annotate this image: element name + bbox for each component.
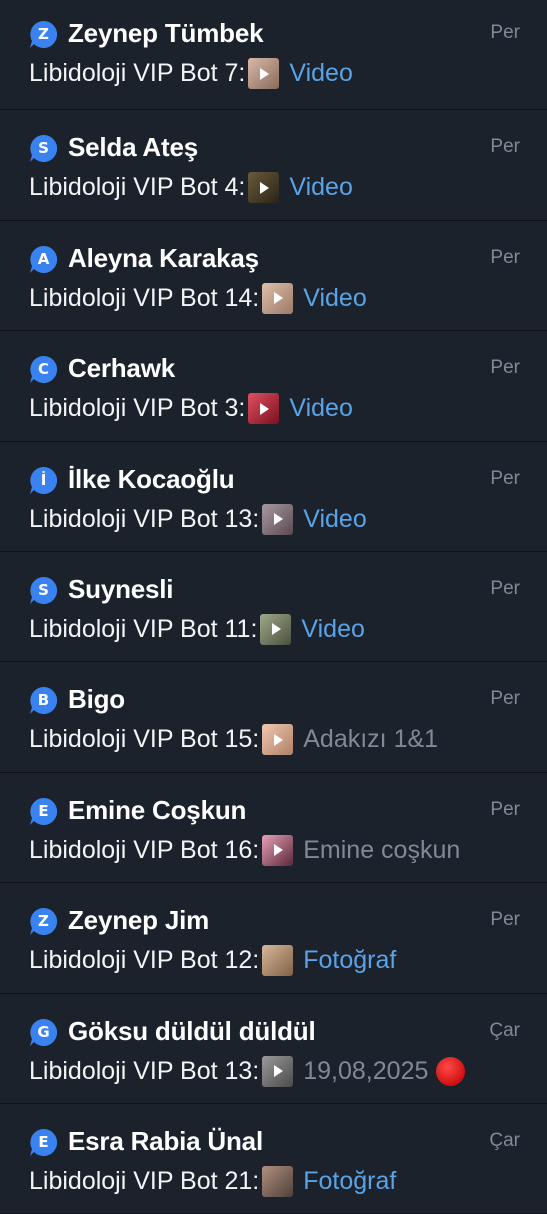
chat-preview: Libidoloji VIP Bot 4: Video bbox=[29, 172, 353, 204]
media-thumbnail bbox=[262, 834, 294, 866]
avatar: Z bbox=[29, 20, 58, 49]
play-icon bbox=[260, 402, 270, 415]
media-label: Video bbox=[289, 59, 353, 87]
chat-time: Çar bbox=[489, 1129, 520, 1151]
sender-name: Libidoloji VIP Bot 16: bbox=[29, 835, 260, 864]
media-thumbnail bbox=[262, 503, 294, 535]
chat-item[interactable]: C Cerhawk Per Libidoloji VIP Bot 3: Vide… bbox=[0, 331, 547, 442]
avatar: S bbox=[29, 576, 58, 605]
media-thumbnail bbox=[262, 1055, 294, 1087]
chat-time: Per bbox=[490, 688, 520, 710]
avatar: A bbox=[29, 245, 58, 274]
chat-time: Per bbox=[490, 467, 520, 489]
chat-preview: Libidoloji VIP Bot 3: Video bbox=[29, 393, 353, 425]
avatar: B bbox=[29, 686, 58, 715]
media-thumbnail bbox=[262, 945, 294, 977]
chat-time: Per bbox=[490, 798, 520, 820]
media-label: Fotoğraf bbox=[303, 946, 397, 975]
media-label: Fotoğraf bbox=[303, 1166, 397, 1195]
media-thumbnail bbox=[262, 1165, 294, 1197]
chat-item[interactable]: İ İlke Kocaoğlu Per Libidoloji VIP Bot 1… bbox=[0, 442, 547, 552]
chat-title: Cerhawk bbox=[68, 353, 175, 384]
chat-item[interactable]: E Esra Rabia Ünal Çar Libidoloji VIP Bot… bbox=[0, 1104, 547, 1214]
play-icon bbox=[274, 513, 284, 526]
media-thumbnail bbox=[262, 282, 294, 314]
avatar: S bbox=[29, 134, 58, 163]
media-label: Video bbox=[303, 283, 367, 312]
chat-preview: Libidoloji VIP Bot 21: Fotoğraf bbox=[29, 1165, 397, 1197]
media-label: Video bbox=[289, 394, 353, 423]
chat-preview: Libidoloji VIP Bot 16: Emine coşkun bbox=[29, 834, 461, 866]
chat-item[interactable]: Z Zeynep Jim Per Libidoloji VIP Bot 12: … bbox=[0, 883, 547, 994]
play-icon bbox=[274, 844, 284, 857]
sender-name: Libidoloji VIP Bot 21: bbox=[29, 1166, 260, 1195]
play-icon bbox=[274, 292, 284, 305]
chat-title: Esra Rabia Ünal bbox=[68, 1125, 263, 1156]
avatar: E bbox=[29, 1128, 58, 1157]
chat-list: Z Zeynep Tümbek Per Libidoloji VIP Bot 7… bbox=[0, 0, 547, 1214]
chat-title: Zeynep Jim bbox=[68, 905, 210, 936]
sender-name: Libidoloji VIP Bot 13: bbox=[29, 504, 260, 533]
chat-time: Per bbox=[490, 357, 520, 379]
media-thumbnail bbox=[248, 172, 280, 204]
chat-preview: Libidoloji VIP Bot 11: Video bbox=[29, 613, 365, 645]
chat-preview: Libidoloji VIP Bot 14: Video bbox=[29, 282, 367, 314]
media-thumbnail bbox=[248, 393, 280, 425]
chat-title: Emine Coşkun bbox=[68, 794, 247, 825]
chat-item[interactable]: S Selda Ateş Per Libidoloji VIP Bot 4: V… bbox=[0, 110, 547, 221]
chat-title: Suynesli bbox=[68, 573, 174, 604]
sender-name: Libidoloji VIP Bot 7: bbox=[29, 59, 246, 87]
chat-preview: Libidoloji VIP Bot 13: Video bbox=[29, 503, 367, 535]
chat-time: Per bbox=[490, 577, 520, 599]
media-thumbnail bbox=[262, 724, 294, 756]
chat-title: Selda Ateş bbox=[68, 132, 198, 163]
red-circle-emoji-icon bbox=[436, 1056, 466, 1086]
sender-name: Libidoloji VIP Bot 4: bbox=[29, 173, 246, 202]
sender-name: Libidoloji VIP Bot 3: bbox=[29, 394, 246, 423]
chat-item[interactable]: E Emine Coşkun Per Libidoloji VIP Bot 16… bbox=[0, 773, 547, 884]
media-label: Video bbox=[301, 614, 365, 643]
chat-item[interactable]: S Suynesli Per Libidoloji VIP Bot 11: Vi… bbox=[0, 552, 547, 663]
media-label: Video bbox=[303, 504, 367, 533]
avatar: C bbox=[29, 355, 58, 384]
chat-title: Zeynep Tümbek bbox=[68, 18, 264, 48]
media-label: Video bbox=[289, 173, 353, 202]
chat-item[interactable]: G Göksu düldül düldül Çar Libidoloji VIP… bbox=[0, 994, 547, 1104]
chat-item[interactable]: A Aleyna Karakaş Per Libidoloji VIP Bot … bbox=[0, 221, 547, 332]
chat-preview: Libidoloji VIP Bot 13: 19,08,2025 bbox=[29, 1055, 466, 1087]
media-thumbnail bbox=[248, 58, 280, 89]
sender-name: Libidoloji VIP Bot 11: bbox=[29, 614, 258, 643]
chat-title: İlke Kocaoğlu bbox=[68, 463, 235, 494]
play-icon bbox=[272, 623, 282, 636]
play-icon bbox=[274, 733, 284, 746]
media-caption: 19,08,2025 bbox=[303, 1056, 429, 1085]
avatar: İ bbox=[29, 466, 58, 495]
play-icon bbox=[260, 67, 270, 80]
chat-title: Göksu düldül düldül bbox=[68, 1015, 316, 1046]
media-caption: Emine coşkun bbox=[303, 835, 461, 864]
play-icon bbox=[260, 181, 270, 194]
chat-item[interactable]: B Bigo Per Libidoloji VIP Bot 15: Adakız… bbox=[0, 662, 547, 773]
sender-name: Libidoloji VIP Bot 12: bbox=[29, 946, 260, 975]
chat-time: Per bbox=[490, 909, 520, 931]
media-caption: Adakızı 1&1 bbox=[303, 725, 439, 754]
chat-time: Per bbox=[490, 22, 520, 43]
sender-name: Libidoloji VIP Bot 13: bbox=[29, 1056, 260, 1085]
chat-item[interactable]: Z Zeynep Tümbek Per Libidoloji VIP Bot 7… bbox=[0, 0, 547, 111]
chat-title: Aleyna Karakaş bbox=[68, 242, 259, 273]
chat-preview: Libidoloji VIP Bot 15: Adakızı 1&1 bbox=[29, 724, 439, 756]
chat-preview: Libidoloji VIP Bot 12: Fotoğraf bbox=[29, 945, 397, 977]
chat-time: Per bbox=[490, 246, 520, 268]
play-icon bbox=[274, 1065, 284, 1078]
chat-preview: Libidoloji VIP Bot 7: Video bbox=[29, 58, 353, 89]
sender-name: Libidoloji VIP Bot 15: bbox=[29, 725, 260, 754]
chat-time: Per bbox=[490, 136, 520, 158]
chat-time: Çar bbox=[489, 1019, 520, 1041]
media-thumbnail bbox=[260, 613, 292, 645]
sender-name: Libidoloji VIP Bot 14: bbox=[29, 283, 260, 312]
chat-title: Bigo bbox=[68, 684, 125, 715]
avatar: G bbox=[29, 1018, 58, 1047]
avatar: E bbox=[29, 797, 58, 826]
avatar: Z bbox=[29, 907, 58, 936]
